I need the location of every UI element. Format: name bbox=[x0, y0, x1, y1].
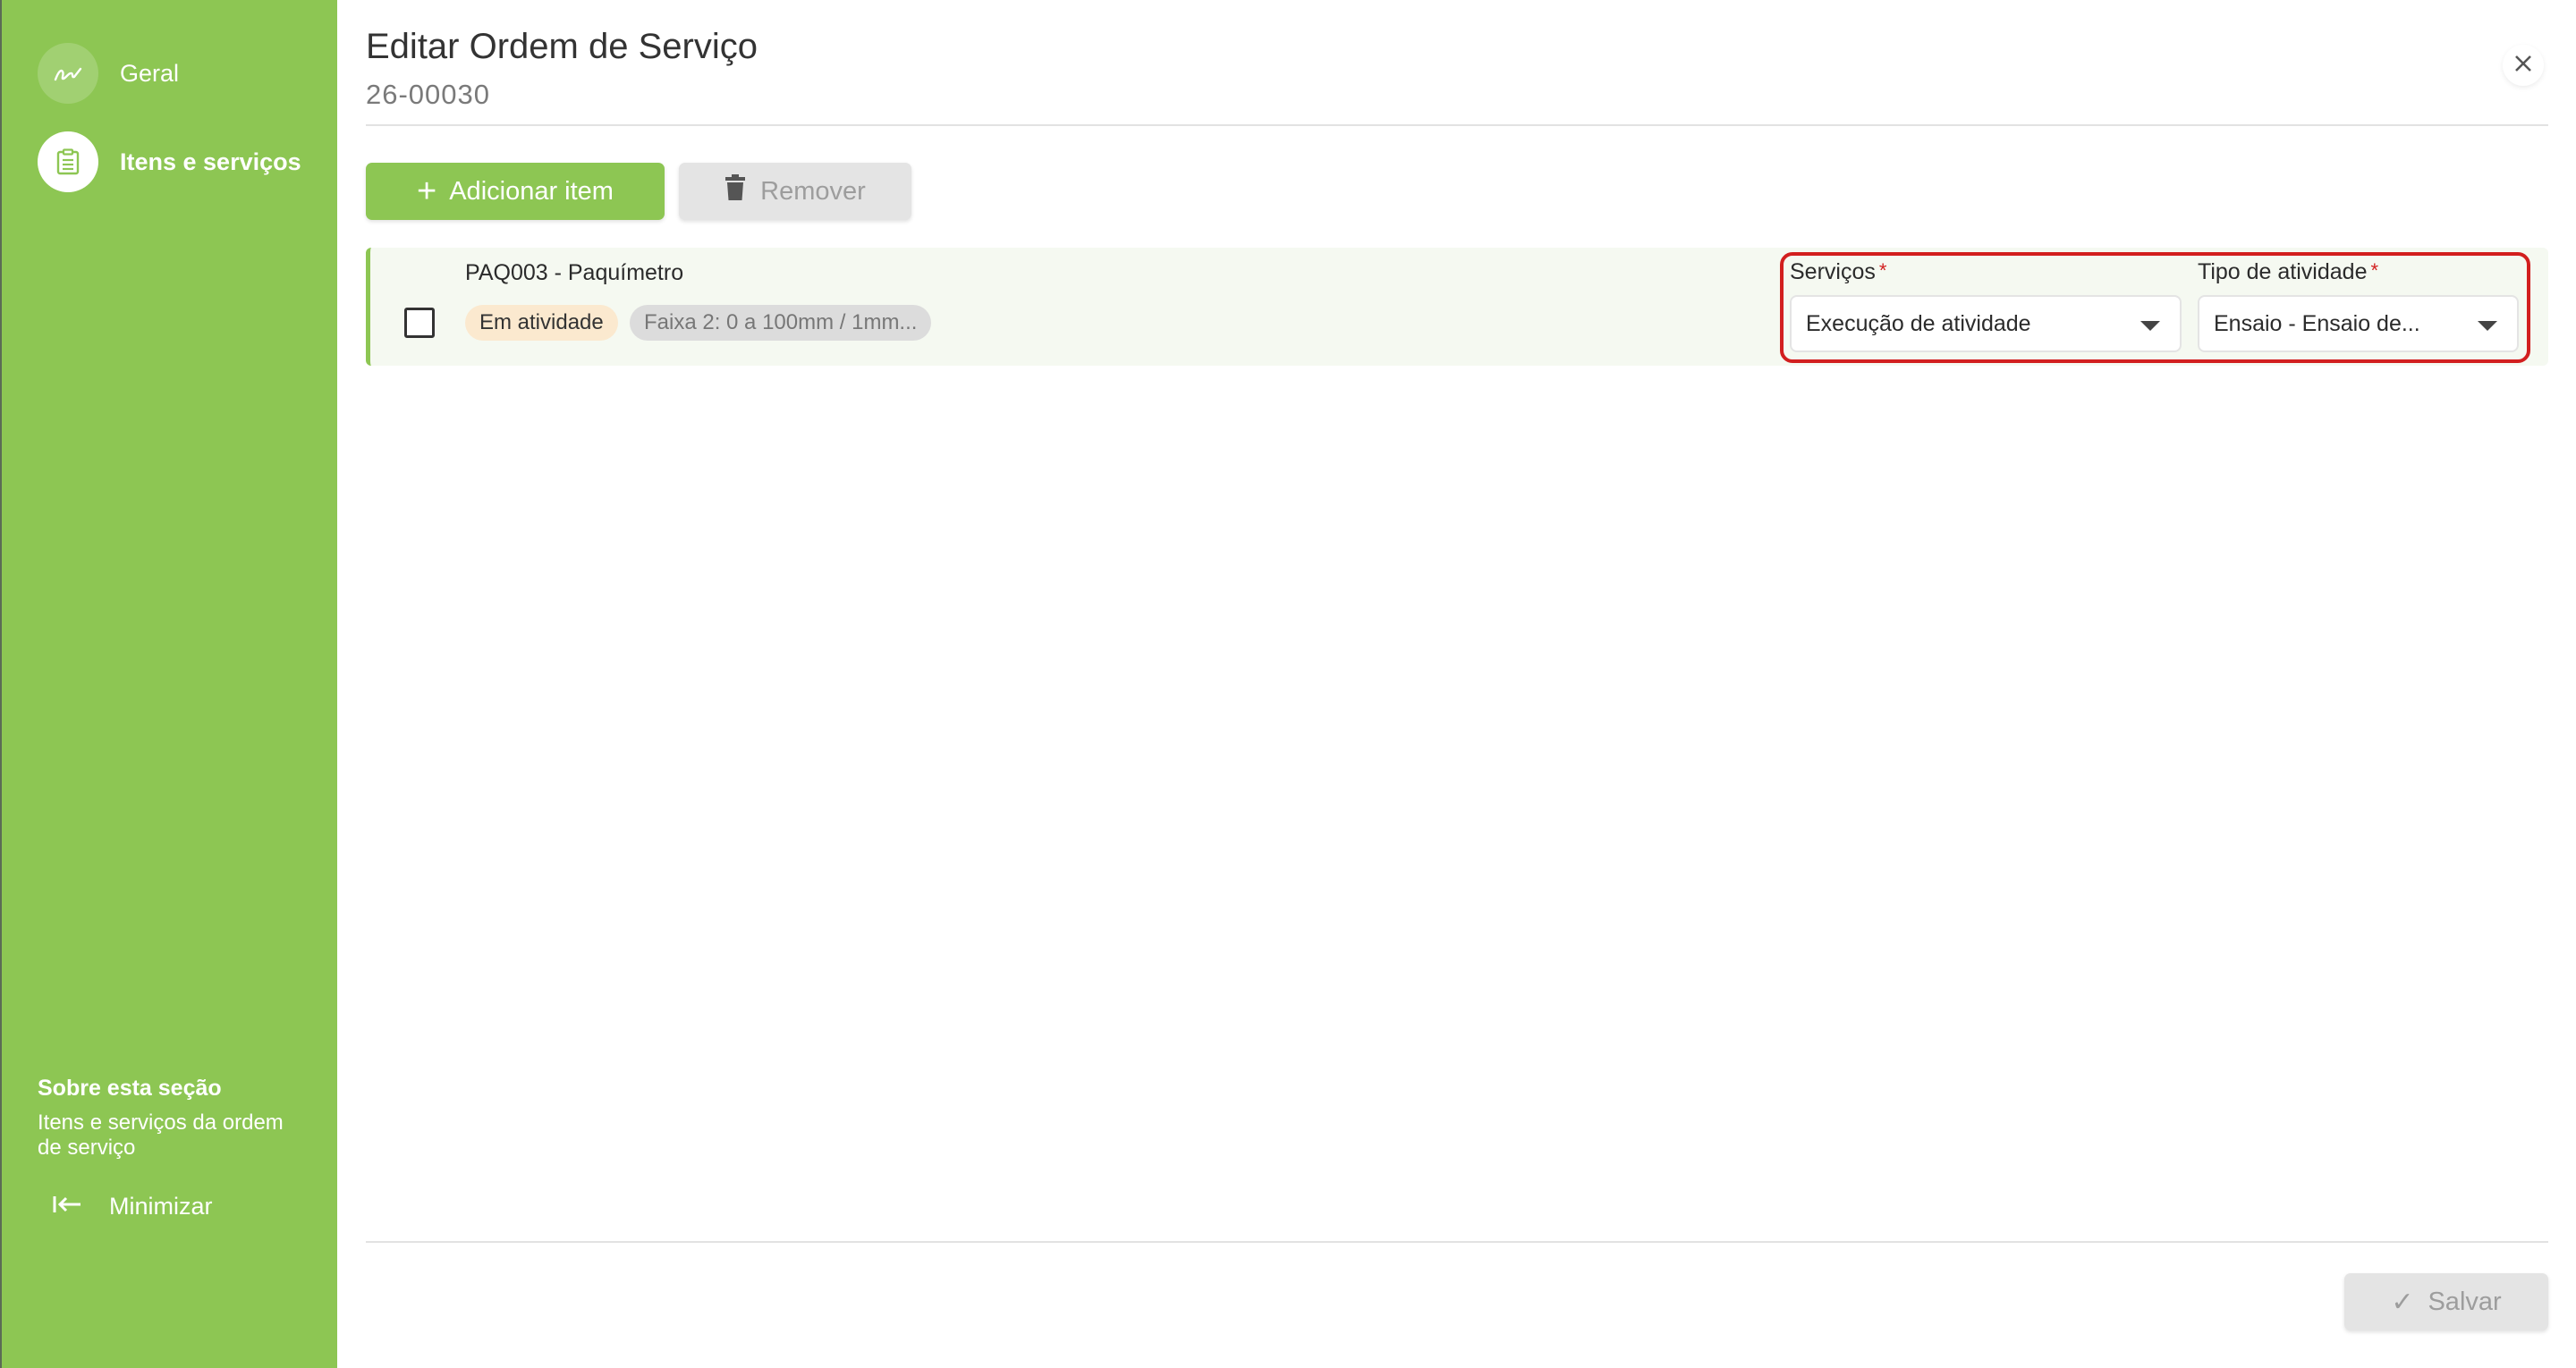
item-checkbox[interactable] bbox=[404, 308, 435, 338]
dropdown-arrow-icon bbox=[2140, 321, 2160, 331]
dropdown-arrow-icon bbox=[2478, 321, 2497, 331]
page-title: Editar Ordem de Serviço bbox=[366, 27, 758, 66]
minimize-label: Minimizar bbox=[109, 1193, 213, 1220]
tipo-atividade-label: Tipo de atividade * bbox=[2198, 259, 2378, 285]
tipo-atividade-select[interactable]: Ensaio - Ensaio de... bbox=[2198, 295, 2519, 352]
remove-label: Remover bbox=[760, 176, 866, 206]
save-label: Salvar bbox=[2428, 1287, 2502, 1316]
tipo-atividade-label-text: Tipo de atividade bbox=[2198, 259, 2368, 284]
header-divider bbox=[366, 124, 2548, 126]
collapse-left-icon bbox=[52, 1194, 82, 1220]
status-badge: Em atividade bbox=[465, 305, 618, 341]
item-name: PAQ003 - Paquímetro bbox=[465, 260, 684, 285]
servicos-label: Serviços * bbox=[1790, 259, 1886, 285]
sidebar-item-geral[interactable]: Geral bbox=[38, 43, 179, 104]
sidebar-item-label: Itens e serviços bbox=[120, 148, 301, 175]
sidebar-item-label: Geral bbox=[120, 59, 180, 87]
trash-icon bbox=[724, 174, 760, 208]
required-mark: * bbox=[2370, 259, 2379, 282]
order-number: 26-00030 bbox=[366, 79, 491, 110]
servicos-label-text: Serviços bbox=[1790, 259, 1876, 284]
servicos-value: Execução de atividade bbox=[1806, 310, 2031, 336]
section-about-description: Itens e serviços da ordem de serviço bbox=[38, 1110, 284, 1160]
plus-icon: + bbox=[417, 173, 437, 210]
remove-button[interactable]: Remover bbox=[679, 163, 911, 220]
add-item-label: Adicionar item bbox=[449, 176, 614, 206]
tipo-atividade-value: Ensaio - Ensaio de... bbox=[2214, 310, 2420, 336]
add-item-button[interactable]: + Adicionar item bbox=[366, 163, 665, 220]
sidebar: Geral Itens e serviços Sobre esta seção … bbox=[0, 0, 337, 1368]
servicos-select[interactable]: Execução de atividade bbox=[1790, 295, 2182, 352]
range-badge: Faixa 2: 0 a 100mm / 1mm... bbox=[630, 305, 932, 341]
signature-icon bbox=[38, 43, 98, 104]
sidebar-item-itens-servicos[interactable]: Itens e serviços bbox=[38, 131, 301, 192]
close-icon bbox=[2512, 53, 2534, 79]
footer-divider bbox=[366, 1241, 2548, 1243]
close-button[interactable] bbox=[2503, 45, 2544, 86]
clipboard-icon bbox=[38, 131, 98, 192]
required-mark: * bbox=[1878, 259, 1887, 282]
section-about-title: Sobre esta seção bbox=[38, 1076, 222, 1101]
save-button[interactable]: ✓ Salvar bbox=[2344, 1273, 2548, 1330]
check-icon: ✓ bbox=[2391, 1287, 2414, 1317]
minimize-button[interactable]: Minimizar bbox=[52, 1193, 213, 1220]
section-about: Sobre esta seção Itens e serviços da ord… bbox=[38, 1076, 306, 1161]
